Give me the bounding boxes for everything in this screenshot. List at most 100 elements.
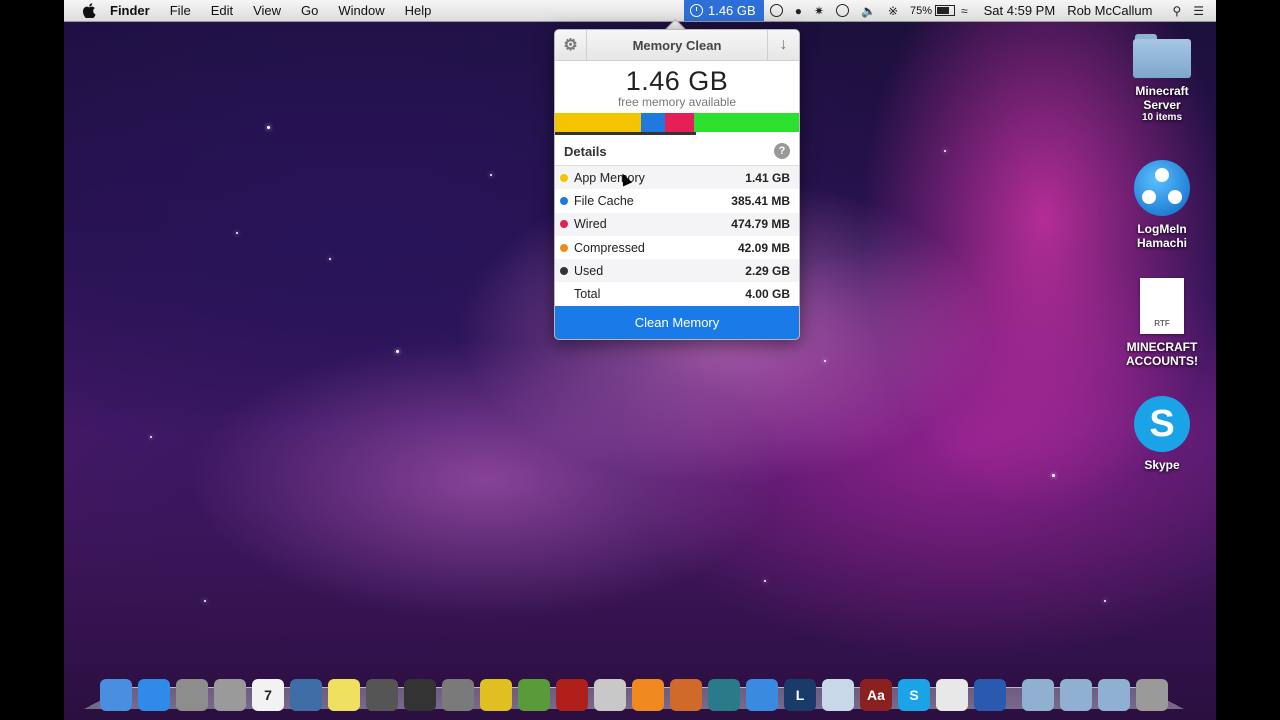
notification-center-icon[interactable]: ☰ — [1193, 4, 1204, 18]
itunes-icon[interactable] — [746, 679, 778, 711]
help-icon[interactable]: ? — [774, 143, 790, 159]
memory-status-value: 1.46 GB — [707, 3, 756, 18]
stickies-icon[interactable] — [328, 679, 360, 711]
detail-label: Total — [574, 287, 601, 302]
download-icon[interactable]: ↓ — [767, 30, 799, 60]
memory-bar-segment — [555, 113, 642, 132]
menu-window[interactable]: Window — [338, 3, 384, 18]
battery-indicator[interactable]: 75% — [910, 4, 956, 17]
used-memory-line — [555, 132, 696, 135]
iphoto-icon[interactable] — [822, 679, 854, 711]
chrome-icon[interactable] — [480, 679, 512, 711]
automator-icon[interactable] — [594, 679, 626, 711]
memory-clean-clock-icon — [689, 4, 703, 17]
detail-row: Used 2.29 GB — [555, 259, 799, 283]
facetime-icon[interactable] — [442, 679, 474, 711]
launchpad-icon[interactable] — [176, 679, 208, 711]
skype-icon: S — [1134, 396, 1190, 452]
star — [490, 174, 492, 176]
legend-dot — [560, 243, 568, 252]
menu-edit[interactable]: Edit — [211, 3, 233, 18]
documents-stack-icon[interactable] — [1098, 679, 1130, 711]
clean-memory-button[interactable]: Clean Memory — [555, 306, 799, 339]
free-memory-amount: 1.46 GB — [625, 66, 729, 96]
details-header: Details ? — [555, 137, 799, 166]
detail-label: App Memory — [574, 170, 645, 185]
detail-row: Wired 474.79 MB — [555, 212, 799, 236]
ibooks-icon[interactable] — [632, 679, 664, 711]
preview-icon[interactable] — [290, 679, 322, 711]
time-machine-icon[interactable] — [708, 679, 740, 711]
desktop-icon-hamachi[interactable]: LogMeIn Hamachi — [1117, 160, 1207, 250]
wifi-icon[interactable]: ≈ — [961, 4, 968, 18]
memory-bar-segment — [693, 113, 799, 132]
hamachi-icon — [1134, 160, 1190, 216]
menu-view[interactable]: View — [253, 3, 281, 18]
user-name[interactable]: Rob McCallum — [1067, 3, 1152, 18]
star — [824, 360, 826, 362]
minecraft-icon[interactable] — [518, 679, 550, 711]
downloads-stack-icon[interactable] — [1022, 679, 1054, 711]
spotlight-search-icon[interactable]: ⚲ — [1172, 4, 1181, 18]
details-label: Details — [564, 143, 607, 159]
popover-header: ⚙ Memory Clean ↓ — [555, 30, 799, 61]
gear-icon[interactable]: ⚙ — [555, 30, 587, 60]
textedit-icon[interactable] — [936, 679, 968, 711]
detail-label: File Cache — [574, 193, 634, 208]
menu-file[interactable]: File — [170, 3, 191, 18]
memory-clean-status-item[interactable]: 1.46 GB — [683, 0, 764, 21]
star — [267, 126, 270, 129]
bluetooth-icon[interactable]: ※ — [888, 4, 898, 18]
menu-go[interactable]: Go — [301, 3, 318, 18]
finder-icon[interactable] — [100, 679, 132, 711]
desktop-icon-skype[interactable]: S Skype — [1117, 396, 1207, 472]
game-center-icon[interactable] — [670, 679, 702, 711]
photo-booth-icon[interactable] — [366, 679, 398, 711]
star — [396, 350, 399, 353]
desktop-icon-sub: 10 items — [1141, 112, 1183, 123]
legend-dot — [560, 196, 568, 205]
detail-row: File Cache 385.41 MB — [555, 189, 799, 212]
time-machine-status-icon[interactable] — [836, 4, 849, 17]
memory-usage-bar — [555, 113, 799, 132]
applications-stack-icon[interactable] — [1060, 679, 1092, 711]
popover-title: Memory Clean — [632, 37, 722, 53]
hamachi-status-icon[interactable]: ✷ — [814, 4, 824, 18]
menu-clock[interactable]: Sat 4:59 PM — [984, 3, 1056, 18]
detail-value: 2.29 GB — [745, 263, 790, 278]
app-store-icon[interactable] — [138, 679, 170, 711]
dock: 7 L Aa S — [100, 675, 1174, 711]
memory-bar-segment — [641, 113, 665, 132]
star — [1104, 600, 1106, 602]
system-preferences-icon[interactable] — [214, 679, 246, 711]
detail-row: Compressed 42.09 MB — [555, 236, 799, 259]
detail-label: Used — [574, 263, 604, 278]
desktop-icon-label: MINECRAFT ACCOUNTS! — [1126, 340, 1198, 368]
memory-bar-segment — [664, 113, 694, 132]
status-area: 1.46 GB ● ✷ 🔈 ※ 75% ≈ Sat 4:59 PM Rob Mc… — [683, 0, 1216, 21]
detail-value: 4.00 GB — [745, 287, 790, 302]
star — [236, 232, 238, 234]
skype-dock-icon[interactable]: S — [898, 679, 930, 711]
folder-icon — [1133, 34, 1191, 78]
menu-app-name[interactable]: Finder — [110, 3, 150, 18]
apple-menu-icon[interactable] — [82, 3, 96, 18]
quicktime-icon[interactable] — [974, 679, 1006, 711]
volume-icon[interactable]: 🔈 — [861, 4, 876, 18]
record-icon[interactable] — [769, 4, 783, 17]
desktop-icon-minecraft-accounts[interactable]: RTF MINECRAFT ACCOUNTS! — [1117, 278, 1207, 368]
desktop-icon-label: Skype — [1144, 458, 1180, 472]
photo-booth-red-icon[interactable] — [556, 679, 588, 711]
star — [150, 436, 152, 438]
dashboard-icon[interactable] — [404, 679, 436, 711]
detail-label: Wired — [574, 217, 607, 232]
dictionary-icon[interactable]: Aa — [860, 679, 892, 711]
calendar-icon[interactable]: 7 — [252, 679, 284, 711]
battery-percent: 75% — [910, 4, 933, 17]
desktop-icon-minecraft-server[interactable]: Minecraft Server 10 items — [1117, 34, 1207, 123]
desktop-icon-label: Minecraft Server — [1135, 84, 1189, 112]
notification-bell-icon[interactable]: ● — [795, 4, 802, 18]
menu-help[interactable]: Help — [405, 3, 432, 18]
league-of-legends-icon[interactable]: L — [784, 679, 816, 711]
trash-icon[interactable] — [1136, 679, 1168, 711]
